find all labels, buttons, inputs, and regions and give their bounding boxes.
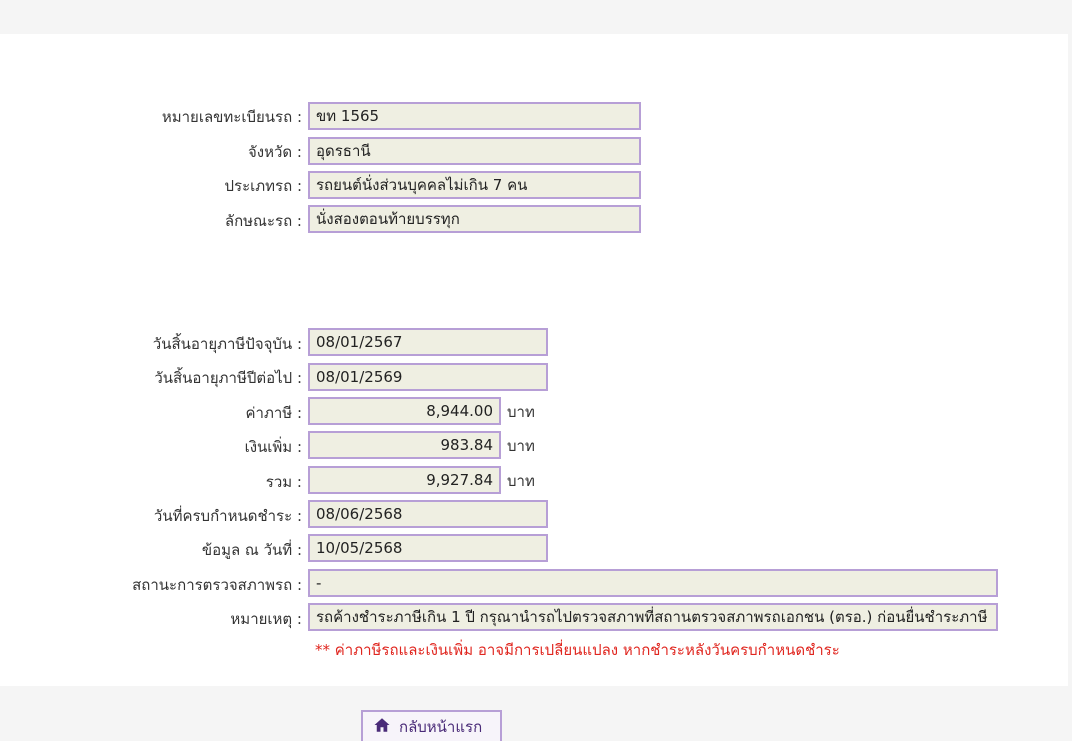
next-expiry-label: วันสิ้นอายุภาษีปีต่อไป :	[154, 369, 302, 387]
province-field: อุดรธานี	[308, 137, 641, 165]
plate-field: ขท 1565	[308, 102, 641, 130]
tax-amount-field: 8,944.00	[308, 397, 501, 425]
inspection-status-label: สถานะการตรวจสภาพรถ :	[132, 576, 302, 594]
vehicle-body-label: ลักษณะรถ :	[224, 212, 302, 230]
due-date-field: 08/06/2568	[308, 500, 548, 528]
surcharge-field: 983.84	[308, 431, 501, 459]
as-of-date-label: ข้อมูล ณ วันที่ :	[201, 541, 302, 559]
back-home-button[interactable]: กลับหน้าแรก	[361, 710, 502, 741]
remark-field: รถค้างชำระภาษีเกิน 1 ปี กรุณานำรถไปตรวจส…	[308, 603, 998, 631]
vehicle-body-field: นั่งสองตอนท้ายบรรทุก	[308, 205, 641, 233]
home-icon	[373, 716, 391, 738]
vehicle-type-field: รถยนต์นั่งส่วนบุคคลไม่เกิน 7 คน	[308, 171, 641, 199]
tax-amount-label: ค่าภาษี :	[245, 404, 302, 422]
as-of-date-field: 10/05/2568	[308, 534, 548, 562]
current-expiry-label: วันสิ้นอายุภาษีปัจจุบัน :	[152, 335, 302, 353]
due-date-label: วันที่ครบกำหนดชำระ :	[153, 507, 302, 525]
vehicle-type-label: ประเภทรถ :	[224, 177, 303, 195]
back-home-label: กลับหน้าแรก	[399, 717, 483, 736]
plate-label: หมายเลขทะเบียนรถ :	[161, 108, 302, 126]
current-expiry-field: 08/01/2567	[308, 328, 548, 356]
inspection-status-field: -	[308, 569, 998, 597]
price-change-warning: ** ค่าภาษีรถและเงินเพิ่ม อาจมีการเปลี่ยน…	[315, 641, 840, 659]
next-expiry-field: 08/01/2569	[308, 363, 548, 391]
surcharge-label: เงินเพิ่ม :	[244, 438, 302, 456]
province-label: จังหวัด :	[248, 143, 302, 161]
total-label: รวม :	[265, 473, 302, 491]
surcharge-unit: บาท	[507, 437, 535, 455]
total-unit: บาท	[507, 472, 535, 490]
remark-label: หมายเหตุ :	[230, 610, 302, 628]
tax-amount-unit: บาท	[507, 403, 535, 421]
total-field: 9,927.84	[308, 466, 501, 494]
top-strip	[0, 0, 1072, 34]
